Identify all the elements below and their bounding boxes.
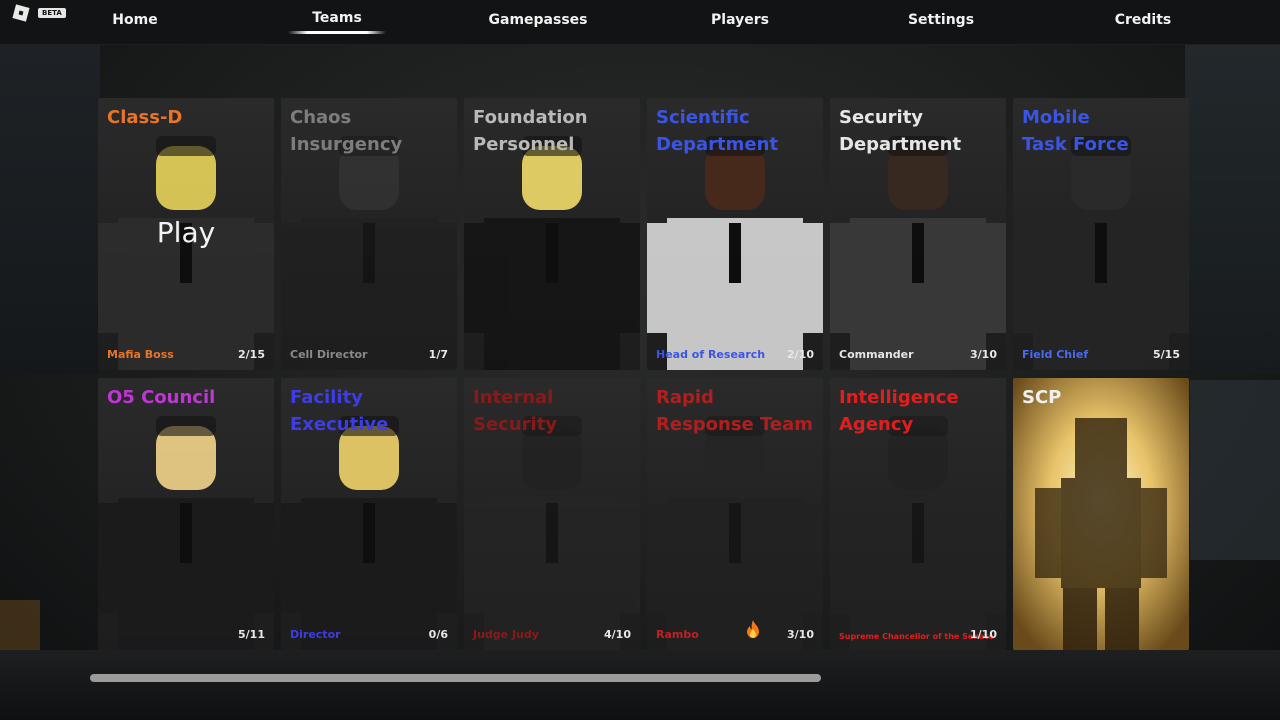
team-card-facility-executive[interactable]: Facility Executive Director 0/6	[281, 378, 457, 650]
team-card-chaos-insurgency[interactable]: Chaos Insurgency Cell Director 1/7	[281, 98, 457, 370]
nav-teams[interactable]: Teams	[312, 10, 362, 26]
team-player-count: 5/15	[1153, 348, 1180, 361]
top-navigation-bar: BETA Home Teams Gamepasses Players Setti…	[0, 0, 1280, 45]
team-card-intelligence-agency[interactable]: Intelligence Agency Supreme Chancellor of…	[830, 378, 1006, 650]
team-card-scientific-department[interactable]: Scientific Department Head of Research 2/1…	[647, 98, 823, 370]
active-tab-indicator	[288, 31, 386, 34]
team-title: Foundation Personnel	[473, 107, 588, 155]
character-portrait	[98, 416, 274, 650]
roblox-logo-icon[interactable]	[12, 4, 30, 22]
team-card-internal-security[interactable]: Internal Security Judge Judy 4/10	[464, 378, 640, 650]
team-card-mobile-task-force[interactable]: Mobile Task Force Field Chief 5/15	[1013, 98, 1189, 370]
team-role: Field Chief	[1022, 348, 1089, 361]
nav-settings[interactable]: Settings	[908, 12, 974, 28]
character-portrait	[1013, 378, 1189, 650]
background-wall-right	[1185, 44, 1280, 374]
team-role: Judge Judy	[473, 628, 539, 641]
team-player-count: 0/6	[428, 628, 448, 641]
team-player-count: 3/10	[787, 628, 814, 641]
team-title: Rapid Response Team	[656, 387, 814, 435]
team-role: Cell Director	[290, 348, 368, 361]
team-role: Director	[290, 628, 341, 641]
nav-players[interactable]: Players	[711, 12, 769, 28]
nav-credits[interactable]: Credits	[1115, 12, 1172, 28]
team-title: Intelligence Agency	[839, 387, 959, 435]
team-player-count: 4/10	[604, 628, 631, 641]
background-floor	[0, 650, 1280, 720]
team-role: Commander	[839, 348, 914, 361]
team-title: Class-D	[107, 107, 183, 128]
team-role: Mafia Boss	[107, 348, 174, 361]
beta-badge: BETA	[38, 8, 66, 18]
team-card-rapid-response-team[interactable]: Rapid Response Team Rambo 3/10	[647, 378, 823, 650]
team-card-o5-council[interactable]: O5 Council 5/11	[98, 378, 274, 650]
team-title: Mobile Task Force	[1022, 107, 1129, 155]
team-player-count: 5/11	[238, 628, 265, 641]
team-title: Scientific Department	[656, 107, 779, 155]
team-title: Facility Executive	[290, 387, 389, 435]
team-title: SCP	[1022, 387, 1062, 408]
team-player-count: 2/10	[787, 348, 814, 361]
team-player-count: 1/10	[970, 628, 997, 641]
team-player-count: 3/10	[970, 348, 997, 361]
team-player-count: 2/15	[238, 348, 265, 361]
horizontal-scrollbar[interactable]	[90, 674, 821, 682]
team-role: Head of Research	[656, 348, 766, 361]
background-wall-left	[0, 44, 100, 374]
team-title: O5 Council	[107, 387, 216, 408]
nav-gamepasses[interactable]: Gamepasses	[489, 12, 588, 28]
team-card-class-d[interactable]: Class-D Play Mafia Boss 2/15	[98, 98, 274, 370]
team-card-foundation-personnel[interactable]: Foundation Personnel	[464, 98, 640, 370]
play-button[interactable]: Play	[98, 216, 274, 249]
team-title: Security Department	[839, 107, 962, 155]
team-role: Rambo	[656, 628, 699, 641]
team-title: Internal Security	[473, 387, 558, 435]
team-title: Chaos Insurgency	[290, 107, 403, 155]
team-card-scp[interactable]: SCP	[1013, 378, 1189, 650]
background-panel	[1190, 380, 1280, 560]
fire-icon	[747, 620, 759, 638]
team-player-count: 1/7	[428, 348, 448, 361]
nav-home[interactable]: Home	[112, 12, 157, 28]
scrollbar-thumb[interactable]	[90, 674, 821, 682]
team-card-security-department[interactable]: Security Department Commander 3/10	[830, 98, 1006, 370]
